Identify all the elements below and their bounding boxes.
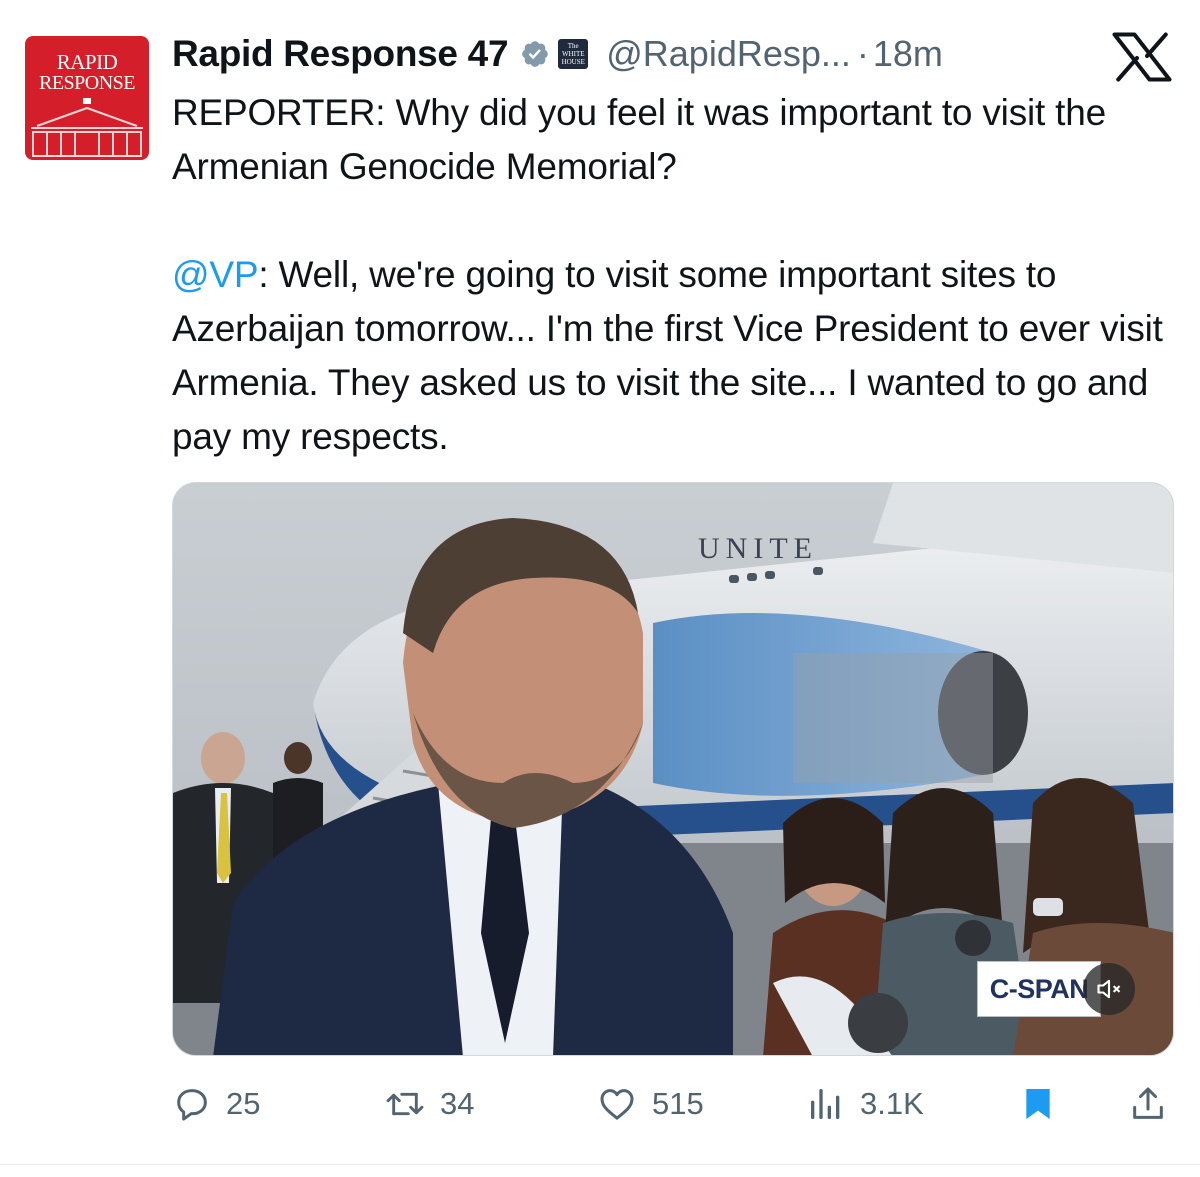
- avatar-text-line2: RESPONSE: [38, 72, 136, 94]
- tweet-action-bar: 25 34 515 3.1K: [0, 1074, 1200, 1134]
- plane-lettering: UNITE: [698, 532, 818, 565]
- like-button[interactable]: 515: [596, 1074, 704, 1134]
- heart-icon: [600, 1089, 634, 1120]
- tweet-header: Rapid Response 47 The WHITE HOUSE @Rapid…: [172, 26, 943, 82]
- vp-quote-text: : Well, we're going to visit some import…: [172, 254, 1163, 457]
- analytics-icon: [811, 1089, 840, 1119]
- tweet-timestamp[interactable]: 18m: [873, 33, 943, 75]
- mention-link[interactable]: @VP: [172, 254, 259, 295]
- x-logo-icon: [1112, 32, 1172, 82]
- tweet-divider: [0, 1164, 1200, 1165]
- video-player[interactable]: UNITE C-SPAN: [172, 482, 1174, 1056]
- tweet-paragraph-vp: @VP: Well, we're going to visit some imp…: [172, 248, 1172, 464]
- tweet-card: RAPID RESPONSE Rapid Response 47 The WHI…: [0, 0, 1200, 1177]
- author-avatar[interactable]: RAPID RESPONSE: [25, 36, 149, 160]
- reply-count: 25: [226, 1086, 261, 1121]
- mute-toggle-button[interactable]: [1083, 963, 1135, 1015]
- view-count: 3.1K: [860, 1086, 924, 1121]
- share-icon: [1133, 1087, 1163, 1119]
- repost-icon: [386, 1092, 424, 1116]
- repost-button[interactable]: 34: [384, 1074, 474, 1134]
- reply-icon: [177, 1089, 207, 1121]
- views-button[interactable]: 3.1K: [806, 1074, 924, 1134]
- tweet-paragraph-reporter: REPORTER: Why did you feel it was import…: [172, 92, 1107, 187]
- author-display-name[interactable]: Rapid Response 47: [172, 33, 509, 75]
- bookmark-button[interactable]: [1018, 1074, 1058, 1134]
- tweet-text: REPORTER: Why did you feel it was import…: [172, 86, 1172, 464]
- like-count: 515: [652, 1086, 704, 1121]
- reply-button[interactable]: 25: [172, 1074, 260, 1134]
- header-separator: ·: [856, 33, 869, 74]
- share-button[interactable]: [1128, 1074, 1168, 1134]
- speaker-muted-icon: [1097, 979, 1121, 999]
- bookmark-icon: [1026, 1089, 1050, 1119]
- verified-badge-icon[interactable]: [520, 39, 550, 69]
- repost-count: 34: [440, 1086, 475, 1121]
- affiliation-badge-line3: HOUSE: [561, 58, 585, 66]
- affiliation-badge-line1: The: [567, 42, 579, 50]
- author-handle[interactable]: @RapidResp...: [606, 33, 851, 75]
- white-house-affiliation-badge[interactable]: The WHITE HOUSE: [558, 39, 589, 69]
- affiliation-badge-line2: WHITE: [561, 50, 585, 58]
- white-house-icon: [31, 98, 143, 157]
